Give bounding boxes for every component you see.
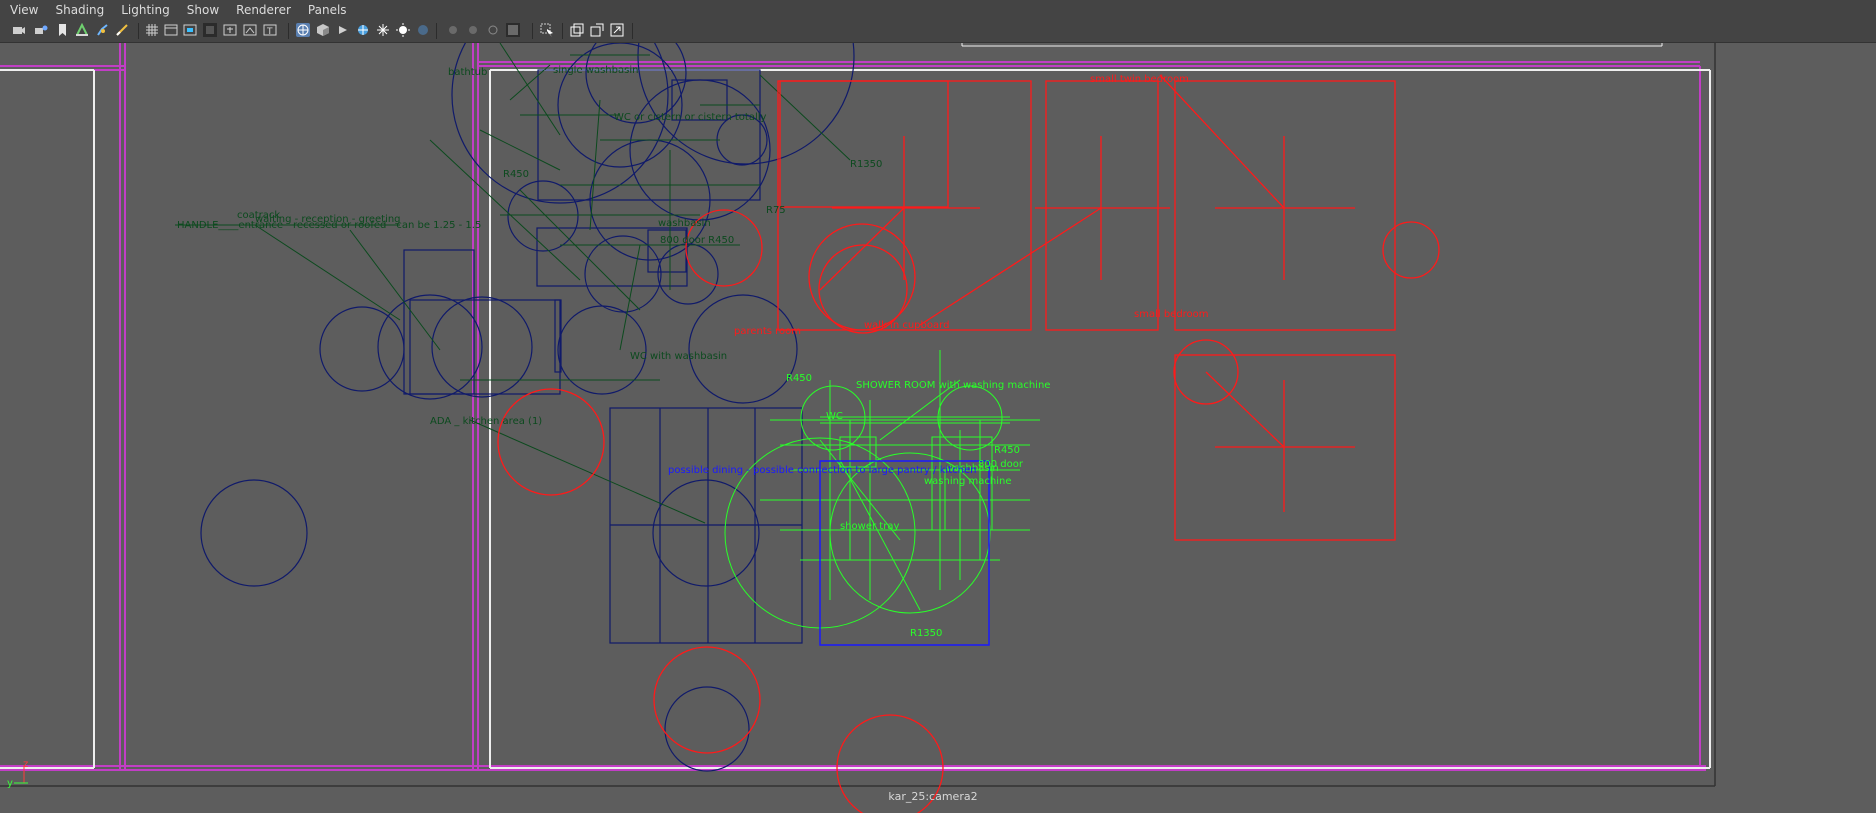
axis-indicator: y z bbox=[7, 759, 28, 789]
select-mode-icon[interactable] bbox=[540, 23, 554, 37]
label-shower-tray: shower tray bbox=[840, 521, 899, 532]
camera-name-label: kar_25:camera2 bbox=[888, 790, 978, 803]
menu-shading[interactable]: Shading bbox=[45, 3, 111, 17]
field-chart-icon[interactable] bbox=[203, 23, 217, 37]
grease-pencil-frames-icon[interactable] bbox=[590, 23, 604, 37]
toolbar-separator bbox=[138, 23, 139, 39]
label-r450-left: R450 bbox=[503, 169, 529, 180]
menu-renderer[interactable]: Renderer bbox=[226, 3, 298, 17]
camera-icon[interactable] bbox=[12, 23, 26, 37]
label-small-twin-bedroom: small twin bedroom bbox=[1090, 74, 1189, 85]
grid-icon[interactable] bbox=[145, 23, 159, 37]
label-wc-cistern: WC or cistern or cistern totally bbox=[614, 112, 767, 123]
2d-pan-zoom-icon[interactable] bbox=[570, 23, 584, 37]
label-walk-in-cupboard: walk in cupboard bbox=[864, 320, 949, 331]
isolate-select-icon[interactable] bbox=[506, 23, 520, 37]
label-washbasin: washbasin bbox=[658, 218, 711, 229]
red-labels: small twin bedroom parents room walk in … bbox=[734, 74, 1209, 337]
label-handle: HANDLE____entrance - recessed or roofed … bbox=[177, 220, 481, 231]
image-plane-toggle-icon[interactable] bbox=[610, 23, 624, 37]
gate-mask-icon[interactable] bbox=[183, 23, 197, 37]
axis-y-label: y bbox=[7, 778, 13, 789]
xray-joints-icon[interactable] bbox=[446, 23, 460, 37]
backface-icon[interactable] bbox=[486, 23, 500, 37]
use-lights-icon[interactable] bbox=[376, 23, 390, 37]
bright-green-labels: R450 SHOWER ROOM with washing machine WC… bbox=[786, 373, 1050, 639]
toolbar-separator bbox=[532, 23, 533, 39]
wireframe-icon[interactable] bbox=[296, 23, 310, 37]
label-800-door-r450: 800 door R450 bbox=[660, 235, 734, 246]
label-r75: R75 bbox=[766, 205, 786, 216]
viewport-menubar: View Shading Lighting Show Renderer Pane… bbox=[0, 0, 1876, 20]
green-shower-room bbox=[724, 350, 1040, 629]
viewport[interactable]: bathtub single washbasin WC or cistern o… bbox=[0, 43, 1876, 813]
label-r450-shower: R450 bbox=[786, 373, 812, 384]
label-small-bedroom: small bedroom bbox=[1134, 309, 1209, 320]
label-ada-kitchen: ADA _ kitchen area (1) bbox=[430, 416, 542, 427]
walls-white bbox=[0, 69, 1711, 769]
shadows-icon[interactable] bbox=[396, 23, 410, 37]
label-r1350-top: R1350 bbox=[850, 159, 882, 170]
film-gate-icon[interactable] bbox=[115, 23, 129, 37]
textured-text-icon[interactable]: T bbox=[263, 23, 277, 37]
label-bathtub: bathtub bbox=[448, 67, 487, 78]
image-plane-icon[interactable] bbox=[75, 23, 89, 37]
label-shower-room: SHOWER ROOM with washing machine bbox=[856, 380, 1050, 391]
dark-green-labels: bathtub single washbasin WC or cistern o… bbox=[177, 65, 882, 427]
svg-text:T: T bbox=[266, 27, 273, 37]
bookmark-icon[interactable] bbox=[55, 23, 69, 37]
smooth-shade-icon[interactable] bbox=[316, 23, 330, 37]
safe-title-icon[interactable] bbox=[243, 23, 257, 37]
menu-view[interactable]: View bbox=[0, 3, 45, 17]
safe-action-icon[interactable] bbox=[223, 23, 237, 37]
grease-pencil-icon[interactable] bbox=[96, 23, 110, 37]
navy-furniture bbox=[200, 43, 855, 772]
label-wc-washbasin: WC with washbasin bbox=[630, 351, 727, 362]
label-single-washbasin: single washbasin bbox=[553, 65, 638, 76]
walls-magenta bbox=[0, 43, 1706, 771]
default-material-icon[interactable] bbox=[336, 23, 350, 37]
toolbar-separator bbox=[436, 23, 437, 39]
menu-lighting[interactable]: Lighting bbox=[111, 3, 177, 17]
menu-panels[interactable]: Panels bbox=[298, 3, 354, 17]
blue-labels: possible dining - possible connection to… bbox=[668, 465, 976, 476]
toolbar-separator bbox=[288, 23, 289, 39]
xray-icon[interactable] bbox=[416, 23, 430, 37]
label-r1350-bottom: R1350 bbox=[910, 628, 942, 639]
xray-active-icon[interactable] bbox=[466, 23, 480, 37]
menu-show[interactable]: Show bbox=[177, 3, 226, 17]
viewport-toolbar: T bbox=[0, 20, 1876, 43]
label-washing-machine: washing machine bbox=[924, 476, 1011, 487]
toolbar-separator bbox=[632, 23, 633, 39]
label-wc: WC bbox=[826, 411, 843, 422]
axis-z-label: z bbox=[23, 759, 28, 770]
camera-attributes-icon[interactable] bbox=[34, 23, 48, 37]
label-r450-right: R450 bbox=[994, 445, 1020, 456]
label-possible-dining: possible dining - possible connection to… bbox=[668, 465, 976, 476]
toolbar-separator bbox=[562, 23, 563, 39]
textured-icon[interactable] bbox=[356, 23, 370, 37]
resolution-gate-icon[interactable] bbox=[164, 23, 178, 37]
label-parents-room: parents room bbox=[734, 326, 801, 337]
scene-drawing: bathtub single washbasin WC or cistern o… bbox=[0, 43, 1716, 813]
